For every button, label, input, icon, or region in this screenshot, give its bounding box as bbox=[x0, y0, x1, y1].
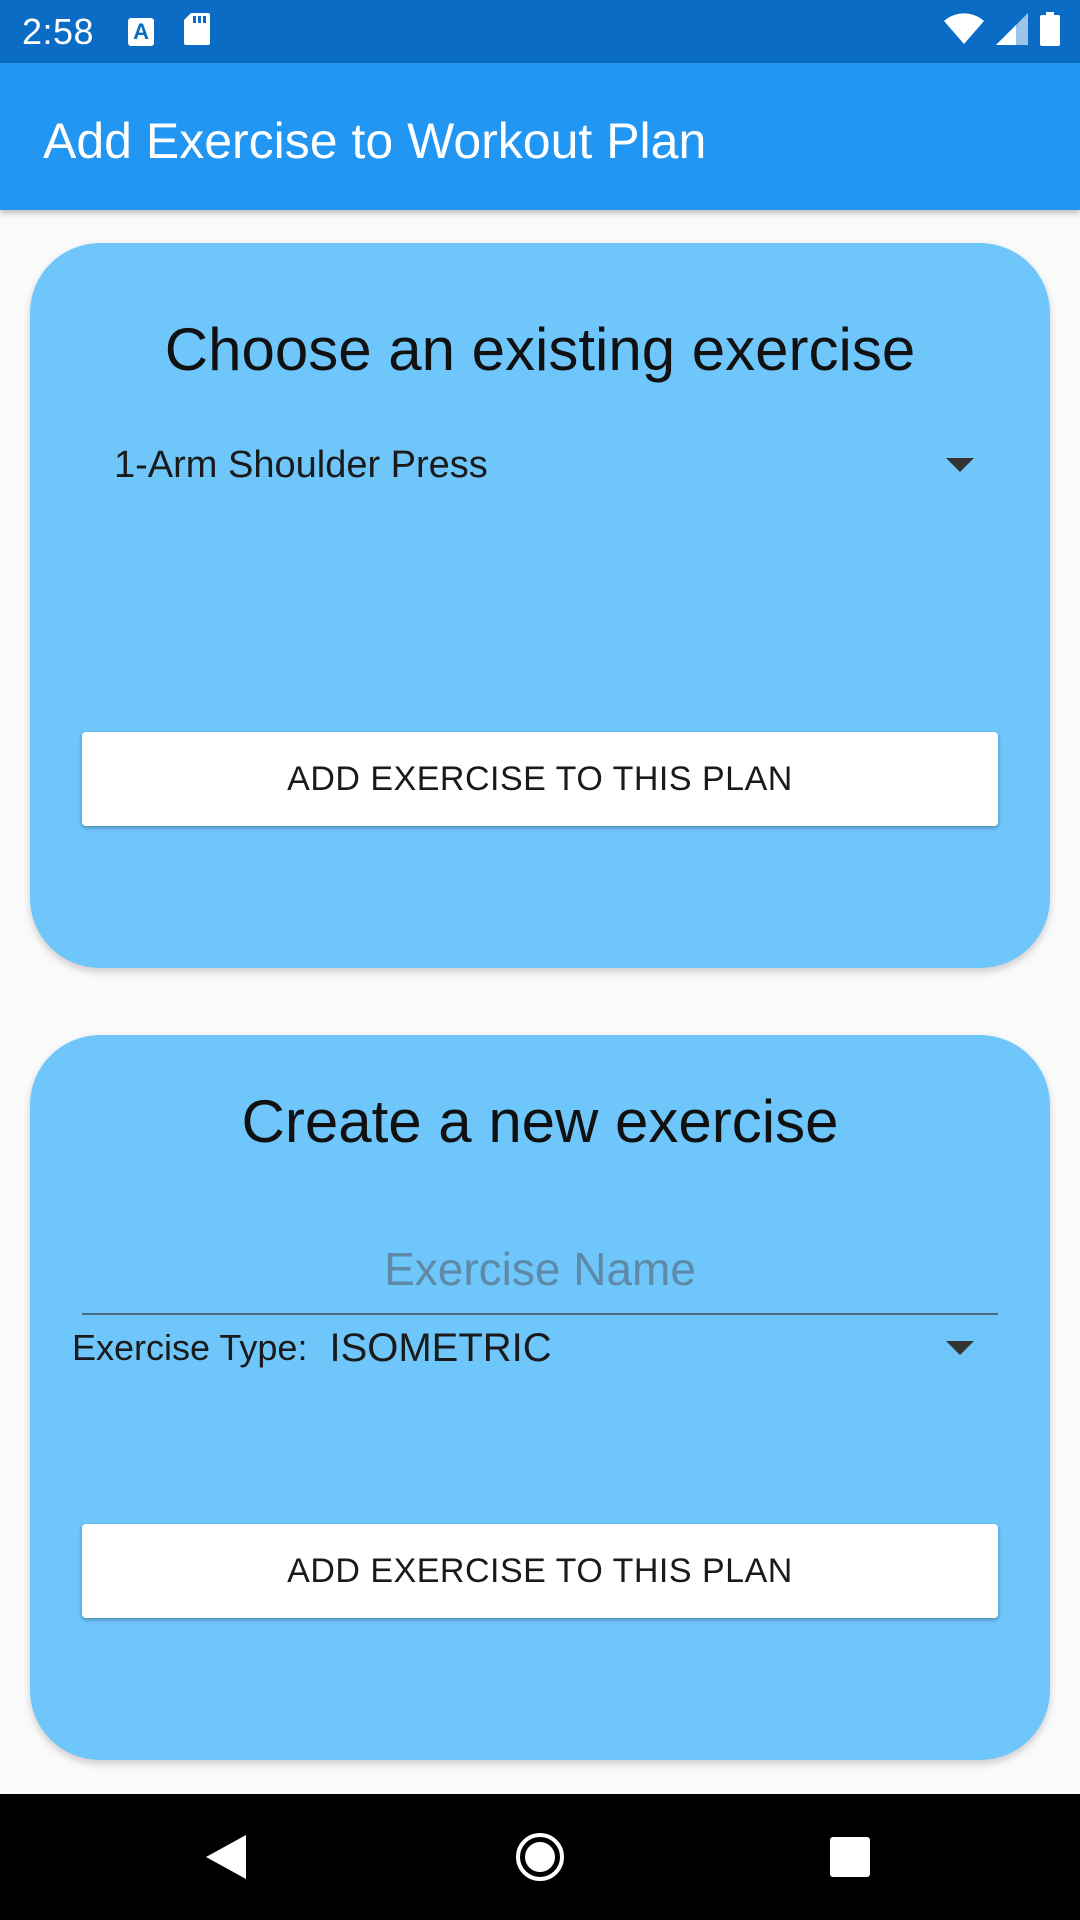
home-icon[interactable] bbox=[508, 1794, 572, 1920]
sd-card-icon bbox=[184, 13, 211, 50]
selected-exercise-value: 1-Arm Shoulder Press bbox=[114, 443, 488, 486]
existing-exercise-card: Choose an existing exercise 1-Arm Should… bbox=[30, 243, 1050, 968]
signal-icon bbox=[996, 13, 1028, 50]
status-time: 2:58 bbox=[22, 10, 95, 52]
new-exercise-heading: Create a new exercise bbox=[241, 1088, 839, 1155]
exercise-name-input[interactable] bbox=[82, 1205, 998, 1313]
page-title: Add Exercise to Workout Plan bbox=[43, 112, 707, 169]
existing-exercise-dropdown[interactable]: 1-Arm Shoulder Press bbox=[114, 425, 1002, 505]
a-notification-icon: A bbox=[128, 17, 155, 46]
app-bar: Add Exercise to Workout Plan bbox=[0, 63, 1080, 210]
wifi-icon bbox=[944, 13, 984, 50]
exercise-name-field bbox=[82, 1205, 998, 1315]
existing-exercise-heading: Choose an existing exercise bbox=[164, 316, 916, 383]
chevron-down-icon bbox=[946, 1341, 974, 1355]
exercise-type-label: Exercise Type: bbox=[72, 1327, 308, 1368]
recents-icon[interactable] bbox=[820, 1794, 880, 1920]
exercise-type-dropdown[interactable]: Exercise Type: ISOMETRIC bbox=[72, 1308, 1002, 1388]
add-new-exercise-button[interactable]: ADD EXERCISE TO THIS PLAN bbox=[82, 1524, 998, 1618]
navigation-bar bbox=[0, 1794, 1080, 1920]
battery-icon bbox=[1040, 12, 1060, 51]
add-existing-exercise-button[interactable]: ADD EXERCISE TO THIS PLAN bbox=[82, 732, 998, 826]
status-bar: 2:58 A bbox=[0, 0, 1080, 63]
exercise-type-value: ISOMETRIC bbox=[329, 1325, 552, 1370]
back-icon[interactable] bbox=[196, 1794, 256, 1920]
chevron-down-icon bbox=[946, 458, 974, 472]
new-exercise-card: Create a new exercise Exercise Type: ISO… bbox=[30, 1035, 1050, 1760]
